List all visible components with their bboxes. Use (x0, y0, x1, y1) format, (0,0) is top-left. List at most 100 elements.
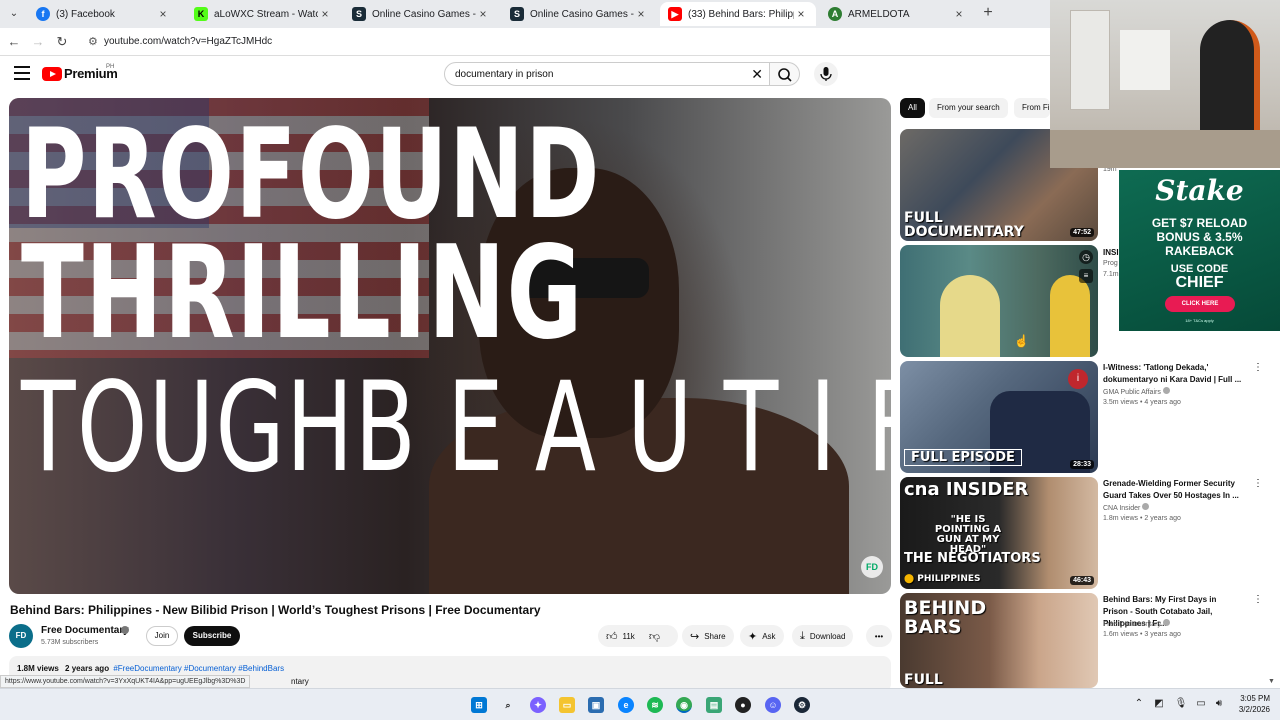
rec-title-partial[interactable]: INSI (1103, 248, 1119, 257)
guide-menu-icon[interactable] (14, 66, 30, 80)
gma-logo-icon: i (1068, 369, 1088, 389)
thumbnail-caption: THE NEGOTIATORS (904, 551, 1041, 566)
rec-menu-icon[interactable]: ⋮ (1253, 479, 1263, 489)
close-tab-icon[interactable]: × (156, 7, 170, 21)
search-input[interactable]: documentary in prison ✕ (444, 62, 770, 86)
windows-taskbar: ⊞ ⌕ ✦ ▭ ▣ e ≋ ◉ ▤ ● ☺ ⚙ ⌃ ◩ 🎙︎ ▭ 🔊︎ 3:05… (0, 688, 1280, 720)
notepad-icon[interactable]: ▤ (706, 697, 722, 713)
copilot-icon[interactable]: ✦ (530, 697, 546, 713)
join-button[interactable]: Join (146, 626, 178, 646)
youtube-icon: ▶ (668, 7, 682, 21)
chip-from-your-search[interactable]: From your search (929, 98, 1008, 118)
share-button[interactable]: ↪ Share (682, 625, 734, 647)
channel-name[interactable]: Free Documentary (41, 625, 129, 636)
download-button[interactable]: ⤓ Download (792, 625, 854, 647)
tab-stake-2[interactable]: S Online Casino Games - Play Free × (502, 2, 656, 26)
rec-thumbnail-4[interactable]: cna INSIDER "HE IS POINTING A GUN AT MY … (900, 477, 1098, 589)
youtube-premium-logo[interactable]: Premium PH (42, 64, 118, 81)
video-overlay-line-3: TOUGHB E A U T I F U L (21, 356, 891, 500)
windows-start-icon[interactable]: ⊞ (471, 697, 487, 713)
tab-kick[interactable]: K aLoWXC Stream - Watch Live on × (186, 2, 340, 26)
reload-icon[interactable]: ↻ (54, 34, 70, 50)
new-tab-icon[interactable]: + (980, 5, 996, 21)
rec-menu-icon[interactable]: ⋮ (1253, 595, 1263, 605)
thumbnail-brand: cna INSIDER (904, 479, 1029, 500)
channel-avatar[interactable]: FD (9, 624, 33, 648)
search-button[interactable] (770, 62, 800, 86)
url-field[interactable]: ⚙ youtube.com/watch?v=HgaZTcJMHdc (80, 32, 1040, 52)
tab-facebook[interactable]: f (3) Facebook × (28, 2, 178, 26)
store-icon[interactable]: ▣ (588, 697, 604, 713)
rec-title[interactable]: Grenade-Wielding Former Security Guard T… (1103, 478, 1243, 502)
subscriber-count: 5.73M subscribers (41, 639, 99, 646)
tray-overflow-icon[interactable]: ⌃ (1132, 698, 1146, 709)
rec-channel[interactable]: Free Documentary (1103, 619, 1170, 628)
tab-stake-1[interactable]: S Online Casino Games - Play Free × (344, 2, 498, 26)
clear-search-icon[interactable]: ✕ (751, 66, 763, 82)
tab-title: (3) Facebook (56, 8, 115, 20)
subscribe-button[interactable]: Subscribe (184, 626, 240, 646)
more-actions-button[interactable]: ••• (866, 625, 892, 647)
voice-search-button[interactable] (814, 62, 838, 86)
chip-all[interactable]: All (900, 98, 925, 118)
thumbs-up-icon[interactable]: 👍︎ (606, 630, 618, 643)
scroll-down-icon[interactable]: ▼ (1268, 678, 1275, 685)
system-clock[interactable]: 3:05 PM 3/2/2026 (1226, 693, 1270, 715)
channel-watermark[interactable]: FD (861, 556, 883, 578)
tray-app-icon[interactable]: ◩ (1152, 698, 1166, 709)
site-info-icon[interactable]: ⚙ (88, 35, 98, 48)
watch-later-icon[interactable]: ◷ (1079, 250, 1093, 264)
webcam-floor (1050, 130, 1280, 168)
video-player[interactable]: PROFOUND THRILLING TOUGHB E A U T I F U … (9, 98, 891, 594)
close-tab-icon[interactable]: × (634, 7, 648, 21)
share-label: Share (704, 631, 726, 641)
location-pin-icon: ⬤ (904, 574, 915, 584)
webcam-overlay (1050, 0, 1280, 168)
facebook-icon: f (36, 7, 50, 21)
share-icon: ↪ (690, 630, 700, 643)
rec-thumbnail-5[interactable]: BEHIND BARS FULL (900, 593, 1098, 688)
discord-icon[interactable]: ☺ (765, 697, 781, 713)
rec-title[interactable]: I-Witness: 'Tatlong Dekada,' dokumentary… (1103, 362, 1243, 386)
stake-ad-banner[interactable]: Stake GET $7 RELOAD BONUS & 3.5% RAKEBAC… (1119, 170, 1280, 331)
rec-channel[interactable]: CNA Insider (1103, 503, 1150, 512)
forward-icon[interactable]: → (30, 34, 46, 50)
rec-stat-partial: 7.1m (1103, 271, 1119, 278)
tab-title: ARMELDOTA (848, 8, 910, 20)
spotify-icon[interactable]: ≋ (647, 697, 663, 713)
rec-thumbnail-2[interactable]: ◷ ≡ (900, 245, 1098, 357)
address-bar: ← → ↻ ⚙ youtube.com/watch?v=HgaZTcJMHdc (0, 28, 1050, 56)
steam-icon[interactable]: ⚙ (794, 697, 810, 713)
thumbs-down-icon[interactable]: 👎︎ (649, 630, 660, 643)
obs-icon[interactable]: ● (735, 697, 751, 713)
search-icon[interactable]: ⌕ (500, 697, 516, 713)
clock-time: 3:05 PM (1240, 694, 1270, 703)
ad-brand: Stake (1155, 174, 1244, 207)
video-title: Behind Bars: Philippines - New Bilibid P… (10, 603, 541, 617)
close-tab-icon[interactable]: × (476, 7, 490, 21)
chrome-icon[interactable]: ◉ (676, 697, 692, 713)
tab-youtube[interactable]: ▶ (33) Behind Bars: Philippines - N × (660, 2, 816, 26)
close-tab-icon[interactable]: × (952, 7, 966, 21)
edge-icon[interactable]: e (618, 697, 634, 713)
file-explorer-icon[interactable]: ▭ (559, 697, 575, 713)
back-icon[interactable]: ← (6, 34, 22, 50)
rec-channel[interactable]: GMA Public Affairs (1103, 387, 1170, 396)
rec-thumbnail-3[interactable]: i FULL EPISODE 28:33 (900, 361, 1098, 473)
hashtags[interactable]: #FreeDocumentary #Documentary #BehindBar… (113, 664, 284, 673)
ad-cta-button[interactable]: CLICK HERE (1165, 296, 1235, 312)
tray-mic-icon[interactable]: 🎙︎ (1174, 698, 1188, 709)
tab-armeldota[interactable]: A ARMELDOTA × (820, 2, 974, 26)
tab-search-chevron-icon[interactable]: ⌄ (6, 6, 22, 22)
tray-display-icon[interactable]: ▭ (1194, 698, 1208, 709)
like-count[interactable]: 11k (623, 632, 635, 641)
channel-label: Free Documentary (1103, 621, 1161, 628)
logo-region: PH (106, 64, 115, 70)
volume-icon[interactable]: 🔊︎ (1212, 698, 1226, 709)
chip-from-channel[interactable]: From Fi (1014, 98, 1050, 118)
close-tab-icon[interactable]: × (318, 7, 332, 21)
rec-menu-icon[interactable]: ⋮ (1253, 363, 1263, 373)
close-tab-icon[interactable]: × (794, 7, 808, 21)
add-to-queue-icon[interactable]: ≡ (1079, 269, 1093, 283)
ask-button[interactable]: ✦ Ask (740, 625, 784, 647)
